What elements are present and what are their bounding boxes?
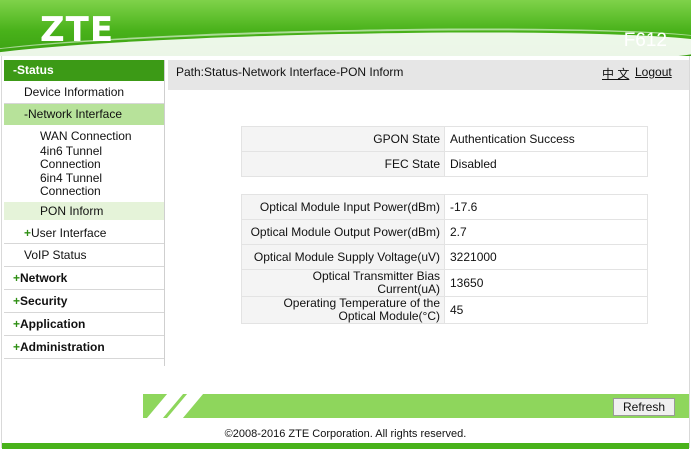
output-power-label: Optical Module Output Power(dBm) xyxy=(241,219,445,245)
input-power-value: -17.6 xyxy=(444,194,648,220)
page-header: ZTE F612 xyxy=(0,0,691,56)
gpon-state-label: GPON State xyxy=(241,126,445,152)
temperature-value: 45 xyxy=(444,296,648,324)
gpon-state-value: Authentication Success xyxy=(444,126,648,152)
expand-plus-icon: + xyxy=(24,226,32,240)
menu-6in4-label-line2: Connection xyxy=(40,184,101,198)
table-row: Optical Transmitter Bias Current(uA) 136… xyxy=(241,269,648,297)
menu-voip-status[interactable]: VoIP Status xyxy=(4,244,164,267)
table-row: Operating Temperature of the Optical Mod… xyxy=(241,296,648,324)
bias-current-label-line2: Current(uA) xyxy=(377,282,440,296)
expand-plus-icon: + xyxy=(13,340,21,354)
menu-security[interactable]: +Security xyxy=(4,290,164,313)
supply-voltage-value: 3221000 xyxy=(444,244,648,270)
menu-user-interface[interactable]: +User Interface xyxy=(4,222,164,244)
input-power-label: Optical Module Input Power(dBm) xyxy=(241,194,445,220)
menu-4in6-tunnel-connection[interactable]: 4in6 Tunnel Connection xyxy=(4,145,164,172)
footer: ©2008-2016 ZTE Corporation. All rights r… xyxy=(0,428,691,440)
menu-network-interface[interactable]: -Network Interface xyxy=(4,104,164,125)
output-power-value: 2.7 xyxy=(444,219,648,245)
expand-plus-icon: + xyxy=(13,294,21,308)
expand-plus-icon: + xyxy=(13,317,21,331)
menu-administration-label: Administration xyxy=(20,340,105,354)
menu-pon-inform[interactable]: PON Inform xyxy=(4,202,164,220)
table-row: FEC State Disabled xyxy=(241,151,648,177)
menu-security-label: Security xyxy=(20,294,68,308)
copyright-text: ©2008-2016 ZTE Corporation. All rights r… xyxy=(224,428,467,440)
menu-wan-connection[interactable]: WAN Connection xyxy=(4,128,164,145)
menu-application[interactable]: +Application xyxy=(4,313,164,336)
menu-status[interactable]: -Status xyxy=(4,60,164,81)
optical-module-table: Optical Module Input Power(dBm) -17.6 Op… xyxy=(241,194,648,324)
menu-6in4-tunnel-connection[interactable]: 6in4 Tunnel Connection xyxy=(4,172,164,199)
table-row: Optical Module Input Power(dBm) -17.6 xyxy=(241,194,648,220)
supply-voltage-label: Optical Module Supply Voltage(uV) xyxy=(241,244,445,270)
bias-current-value: 13650 xyxy=(444,269,648,297)
logout-link[interactable]: Logout xyxy=(635,65,672,79)
pon-state-table: GPON State Authentication Success FEC St… xyxy=(241,126,648,177)
expand-plus-icon: + xyxy=(13,271,21,285)
menu-application-label: Application xyxy=(20,317,86,331)
menu-network-label: Network xyxy=(20,271,68,285)
refresh-button[interactable]: Refresh xyxy=(613,398,675,416)
path-bar: Path:Status-Network Interface-PON Inform… xyxy=(168,60,689,90)
breadcrumb: Path:Status-Network Interface-PON Inform xyxy=(176,65,404,79)
zte-logo: ZTE xyxy=(40,10,115,50)
table-row: GPON State Authentication Success xyxy=(241,126,648,152)
language-link[interactable]: 中 文 xyxy=(602,65,629,82)
menu-4in6-label-line2: Connection xyxy=(40,157,101,171)
table-row: Optical Module Supply Voltage(uV) 322100… xyxy=(241,244,648,270)
fec-state-value: Disabled xyxy=(444,151,648,177)
menu-network[interactable]: +Network xyxy=(4,267,164,290)
sidebar: -Status Device Information -Network Inte… xyxy=(4,60,165,366)
temperature-label: Operating Temperature of the Optical Mod… xyxy=(241,296,445,324)
table-row: Optical Module Output Power(dBm) 2.7 xyxy=(241,219,648,245)
bias-current-label: Optical Transmitter Bias Current(uA) xyxy=(241,269,445,297)
fec-state-label: FEC State xyxy=(241,151,445,177)
bottom-line xyxy=(2,443,689,449)
temperature-label-line2: Optical Module(°C) xyxy=(338,309,441,323)
device-model: F612 xyxy=(623,30,667,51)
menu-administration[interactable]: +Administration xyxy=(4,336,164,359)
menu-user-interface-label: User Interface xyxy=(31,226,107,240)
menu-device-information[interactable]: Device Information xyxy=(4,81,164,104)
bottom-bar xyxy=(143,394,689,418)
